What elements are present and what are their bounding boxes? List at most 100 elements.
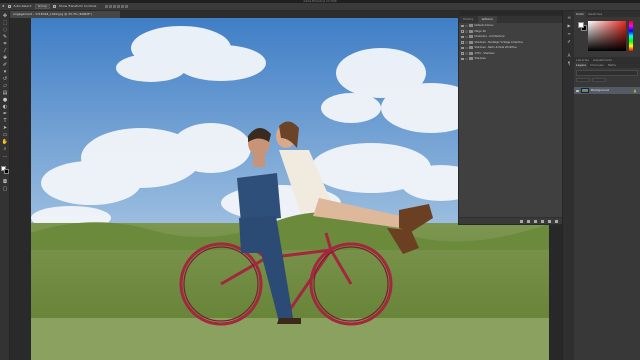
dialog-toggle-icon[interactable] <box>465 46 468 49</box>
align-center-icon[interactable] <box>109 5 113 8</box>
hue-slider[interactable] <box>629 21 633 51</box>
history-brush-icon[interactable]: ↺ <box>2 76 8 82</box>
tab-actions[interactable]: Actions <box>477 16 497 23</box>
action-toggle-checkbox[interactable] <box>461 46 464 49</box>
character-icon[interactable]: A <box>566 53 572 58</box>
dialog-toggle-icon[interactable] <box>465 52 468 55</box>
canvas-area[interactable] <box>10 18 549 360</box>
action-toggle-checkbox[interactable] <box>461 24 464 27</box>
action-set-label: 1970 - Shadows <box>474 51 495 55</box>
marquee-icon[interactable]: ⬚ <box>2 20 8 26</box>
auto-select-target-dropdown[interactable]: Group <box>34 4 51 9</box>
foreground-swatch[interactable] <box>578 22 584 28</box>
fg-bg-swatches[interactable] <box>578 22 587 31</box>
auto-select-label: Auto-Select: <box>13 4 32 8</box>
action-toggle-checkbox[interactable] <box>461 52 464 55</box>
layer-thumbnail <box>581 88 589 93</box>
background-color-swatch[interactable] <box>4 169 9 174</box>
screen-mode-icon[interactable]: ▢ <box>2 186 8 192</box>
transform-controls-checkbox[interactable] <box>53 5 57 8</box>
action-toggle-checkbox[interactable] <box>461 35 464 38</box>
folder-icon <box>469 51 473 55</box>
gradient-icon[interactable]: ▤ <box>2 90 8 96</box>
dodge-icon[interactable]: ◐ <box>2 104 8 110</box>
layer-row-background[interactable]: Background 🔒 <box>574 87 640 94</box>
tab-color[interactable]: Color <box>574 11 586 17</box>
eraser-icon[interactable]: ▱ <box>2 83 8 89</box>
folder-icon <box>469 35 473 39</box>
pen-icon[interactable]: ✒ <box>2 111 8 117</box>
move-tool-icon[interactable]: ✥ <box>2 5 5 8</box>
tab-history[interactable]: History <box>459 16 478 23</box>
delete-icon[interactable] <box>555 219 558 223</box>
eyedropper-icon[interactable]: ⁄ <box>2 48 8 54</box>
transform-controls-label: Show Transform Controls <box>59 4 97 8</box>
actions-panel: History Actions Default Actions Magic 4K… <box>458 15 564 225</box>
actions-bottom-bar <box>459 217 563 224</box>
tab-swatches[interactable]: Swatches <box>586 11 604 17</box>
folder-icon <box>469 46 473 50</box>
layer-options-row <box>576 78 638 83</box>
properties-icon[interactable]: ≡ <box>566 31 572 36</box>
lasso-icon[interactable]: ◌ <box>2 27 8 33</box>
dialog-toggle-icon[interactable] <box>465 57 468 60</box>
dialog-toggle-icon[interactable] <box>465 41 468 44</box>
healing-brush-icon[interactable]: ✚ <box>2 55 8 61</box>
right-panel-dock: Color Swatches Libraries Adjustments Lay… <box>574 11 640 360</box>
path-select-icon[interactable]: ➤ <box>2 125 8 131</box>
action-toggle-checkbox[interactable] <box>461 30 464 33</box>
tab-layers[interactable]: Layers <box>574 62 588 68</box>
hand-icon[interactable]: ✋ <box>2 139 8 145</box>
dialog-toggle-icon[interactable] <box>465 35 468 38</box>
folder-icon <box>469 29 473 33</box>
action-set-label: Dreamers - Architecture <box>474 35 505 39</box>
paragraph-icon[interactable]: ¶ <box>566 61 572 66</box>
document-tab[interactable]: engagement - 1718394_1920.jpg @ 33.3% (R… <box>10 11 120 18</box>
blend-mode-select[interactable] <box>576 78 590 82</box>
action-toggle-checkbox[interactable] <box>461 41 464 44</box>
dialog-toggle-icon[interactable] <box>465 24 468 27</box>
layer-name: Background <box>591 88 609 92</box>
action-set-item[interactable]: Shadows <box>459 56 563 62</box>
more-tools-icon[interactable]: … <box>2 153 8 159</box>
record-icon[interactable] <box>527 219 530 223</box>
quick-mask-icon[interactable]: ◘ <box>2 179 8 185</box>
rectangle-icon[interactable]: ▭ <box>2 132 8 138</box>
stop-icon[interactable] <box>520 219 523 223</box>
new-action-icon[interactable] <box>548 219 551 223</box>
options-bar: ✥ Auto-Select: Group Show Transform Cont… <box>0 3 640 11</box>
new-set-icon[interactable] <box>541 219 544 223</box>
layer-filter-input[interactable] <box>576 70 638 76</box>
align-left-icon[interactable] <box>105 5 109 8</box>
lock-icon[interactable]: 🔒 <box>633 89 637 93</box>
quick-select-icon[interactable]: ✎ <box>2 34 8 40</box>
brush-icon[interactable]: ✐ <box>2 62 8 68</box>
eye-icon[interactable] <box>576 89 579 92</box>
dialog-toggle-icon[interactable] <box>465 30 468 33</box>
action-toggle-checkbox[interactable] <box>461 57 464 60</box>
opacity-field[interactable] <box>592 78 606 82</box>
align-bottom-icon[interactable] <box>125 5 129 8</box>
type-icon[interactable]: T <box>2 118 8 124</box>
crop-icon[interactable]: ⌗ <box>2 41 8 47</box>
auto-select-checkbox[interactable] <box>7 5 11 8</box>
brush-settings-icon[interactable]: ✐ <box>566 39 572 44</box>
folder-icon <box>469 57 473 61</box>
tab-channels[interactable]: Channels <box>588 62 606 68</box>
blur-icon[interactable]: ● <box>2 97 8 103</box>
action-set-label: Shadows - Retro & Fade Workflow <box>474 46 517 50</box>
saturation-value-field[interactable] <box>588 21 626 51</box>
align-middle-icon[interactable] <box>121 5 125 8</box>
tab-paths[interactable]: Paths <box>606 62 618 68</box>
move-tool-icon[interactable]: ✥ <box>2 13 8 19</box>
actions-icon[interactable]: ▶ <box>566 23 572 28</box>
align-top-icon[interactable] <box>117 5 121 8</box>
action-set-label: Shadows - Nostalgic Vintage Collection <box>474 40 524 44</box>
clone-stamp-icon[interactable]: ▾ <box>2 69 8 75</box>
align-right-icon[interactable] <box>113 5 117 8</box>
play-icon[interactable] <box>534 219 537 223</box>
history-icon[interactable]: ⟲ <box>566 15 572 20</box>
zoom-icon[interactable]: ⌕ <box>2 146 8 152</box>
color-picker <box>576 20 636 52</box>
document-tabs: engagement - 1718394_1920.jpg @ 33.3% (R… <box>10 11 460 18</box>
